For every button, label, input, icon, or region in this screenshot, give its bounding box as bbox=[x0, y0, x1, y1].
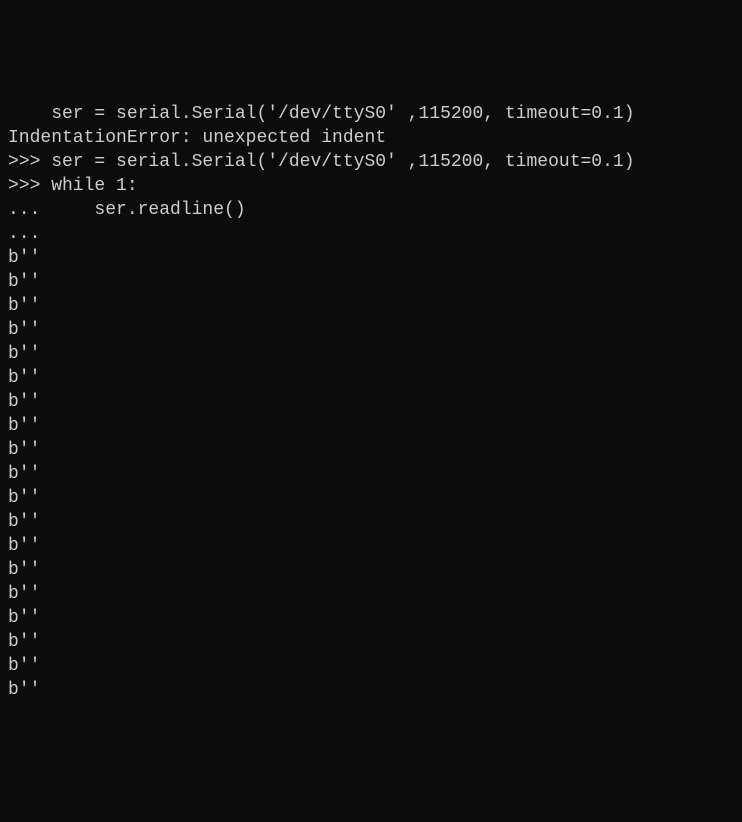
terminal-line: ... ser.readline() bbox=[8, 198, 734, 222]
terminal-line: b'' bbox=[8, 414, 734, 438]
terminal-line: b'' bbox=[8, 366, 734, 390]
terminal-line: b'' bbox=[8, 342, 734, 366]
terminal-line: b'' bbox=[8, 558, 734, 582]
terminal-line: b'' bbox=[8, 582, 734, 606]
terminal-line: b'' bbox=[8, 606, 734, 630]
terminal-line: b'' bbox=[8, 678, 734, 702]
terminal-line: b'' bbox=[8, 246, 734, 270]
terminal-line: >>> while 1: bbox=[8, 174, 734, 198]
terminal-line: b'' bbox=[8, 486, 734, 510]
terminal-line: b'' bbox=[8, 630, 734, 654]
terminal-line: >>> ser = serial.Serial('/dev/ttyS0' ,11… bbox=[8, 150, 734, 174]
terminal-line: b'' bbox=[8, 462, 734, 486]
terminal-line: ... bbox=[8, 222, 734, 246]
terminal-line: b'' bbox=[8, 654, 734, 678]
terminal-line: b'' bbox=[8, 270, 734, 294]
terminal-line: ser = serial.Serial('/dev/ttyS0' ,115200… bbox=[8, 102, 734, 126]
terminal-line: b'' bbox=[8, 390, 734, 414]
terminal-output[interactable]: ser = serial.Serial('/dev/ttyS0' ,115200… bbox=[8, 102, 734, 702]
terminal-line: b'' bbox=[8, 510, 734, 534]
terminal-line: b'' bbox=[8, 438, 734, 462]
terminal-line: b'' bbox=[8, 318, 734, 342]
terminal-line: b'' bbox=[8, 534, 734, 558]
terminal-line: IndentationError: unexpected indent bbox=[8, 126, 734, 150]
terminal-line: b'' bbox=[8, 294, 734, 318]
